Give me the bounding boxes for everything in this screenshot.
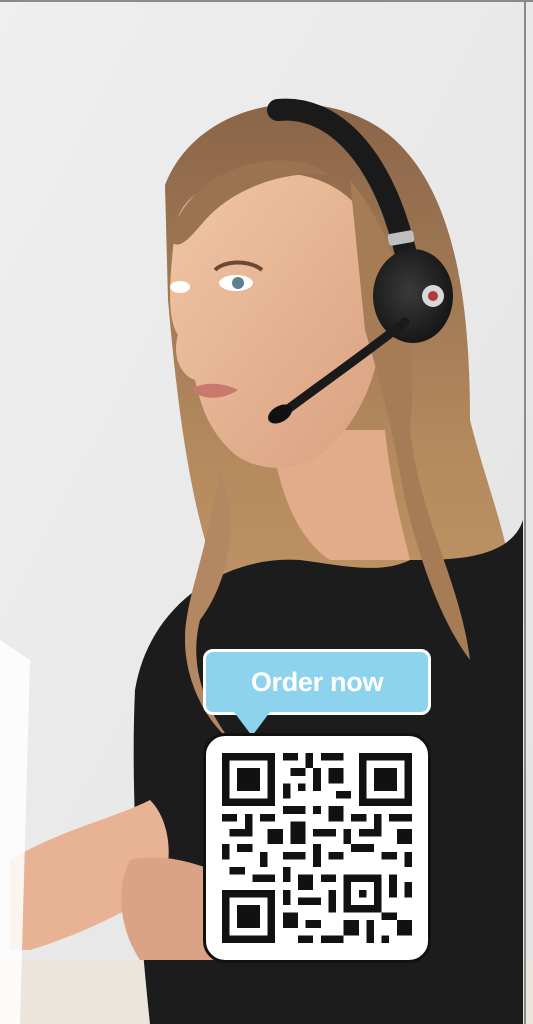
ad-panel: Order now bbox=[0, 0, 533, 1024]
frame-right-border bbox=[524, 0, 526, 1024]
frame-top-border bbox=[0, 0, 533, 2]
order-now-button[interactable]: Order now bbox=[203, 649, 431, 715]
order-now-label: Order now bbox=[250, 666, 384, 697]
qr-code-icon bbox=[222, 753, 412, 943]
qr-code-card[interactable] bbox=[203, 733, 431, 963]
